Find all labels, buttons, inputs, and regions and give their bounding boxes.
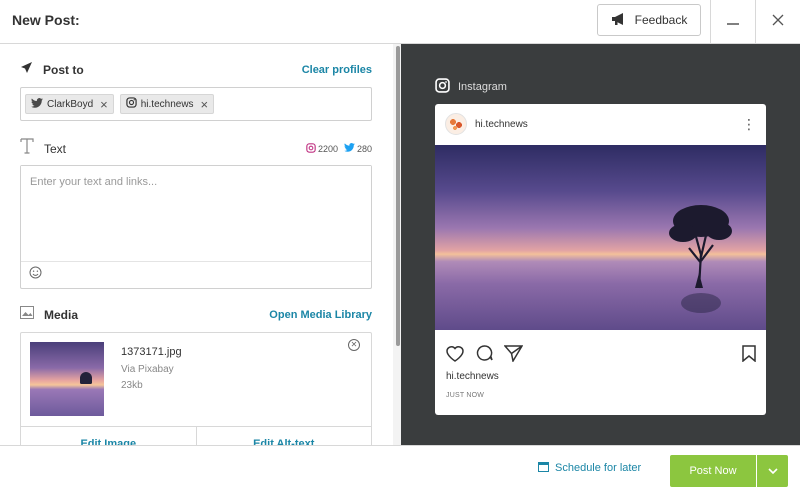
twitter-icon [31, 97, 43, 111]
more-options-icon: ⋮ [742, 116, 756, 132]
preview-platform: Instagram [435, 78, 507, 96]
minimize-button[interactable] [710, 0, 755, 44]
media-file-name: 1373171.jpg [121, 346, 182, 358]
schedule-label: Schedule for later [555, 462, 642, 474]
post-text-input[interactable] [21, 166, 371, 261]
profile-name: hi.technews [140, 98, 194, 110]
edit-alt-text-button[interactable]: Edit Alt-text [195, 427, 372, 445]
instagram-icon [126, 97, 137, 111]
emoji-icon[interactable] [29, 266, 42, 284]
media-size: 23kb [121, 380, 143, 391]
share-icon [503, 344, 524, 367]
preview-header: hi.technews ⋮ [435, 104, 766, 144]
bookmark-icon [742, 344, 756, 367]
edit-image-button[interactable]: Edit Image [21, 427, 196, 445]
platform-name: Instagram [458, 81, 507, 93]
close-button[interactable] [755, 0, 800, 44]
minimize-icon [727, 13, 739, 31]
text-editor [20, 165, 372, 289]
character-counts: 2200 280 [306, 142, 372, 155]
media-item: 1373171.jpg Via Pixabay 23kb ✕ Edit Imag… [20, 332, 372, 445]
comment-icon [475, 344, 494, 367]
media-label: Media [44, 308, 79, 322]
preview-username: hi.technews [475, 118, 528, 130]
caption-username: hi.technews [446, 371, 499, 382]
profiles-input[interactable]: ClarkBoyd × hi.technews × [20, 87, 372, 121]
remove-profile-icon[interactable]: × [201, 98, 209, 111]
schedule-for-later-button[interactable]: Schedule for later [538, 461, 641, 475]
close-icon [772, 13, 784, 31]
text-row: Text 2200 280 [20, 138, 372, 159]
preview-panel: Instagram hi.technews ⋮ hi.technews JUST… [401, 44, 800, 445]
open-media-library-link[interactable]: Open Media Library [269, 309, 372, 321]
post-now-button[interactable]: Post Now [670, 455, 756, 487]
post-options-button[interactable] [757, 455, 788, 487]
instagram-limit: 2200 [317, 143, 338, 154]
remove-profile-icon[interactable]: × [100, 98, 108, 111]
profile-chip-instagram: hi.technews × [119, 94, 215, 114]
twitter-limit: 280 [356, 143, 372, 154]
calendar-icon [538, 461, 549, 475]
profile-name: ClarkBoyd [47, 98, 94, 110]
send-icon [20, 61, 33, 79]
header: New Post: Feedback [0, 0, 800, 44]
page-title: New Post: [12, 12, 80, 28]
media-row: Media Open Media Library [20, 306, 372, 324]
feedback-label: Feedback [634, 13, 688, 27]
twitter-count: 280 [344, 143, 372, 154]
instagram-preview-card: hi.technews ⋮ hi.technews JUST NOW [435, 104, 766, 415]
preview-actions [445, 344, 756, 367]
footer: Schedule for later Post Now [0, 445, 800, 492]
instagram-count: 2200 [306, 142, 338, 155]
image-icon [20, 306, 34, 324]
preview-image [435, 145, 766, 330]
instagram-icon [306, 142, 316, 155]
compose-panel: Post to Clear profiles ClarkBoyd × hi.te… [0, 44, 393, 445]
text-label: Text [44, 141, 67, 156]
avatar [445, 113, 467, 135]
post-timestamp: JUST NOW [446, 392, 485, 399]
twitter-icon [344, 143, 355, 154]
profile-chip-twitter: ClarkBoyd × [25, 94, 114, 114]
scrollbar-thumb[interactable] [396, 46, 400, 346]
chevron-down-icon [767, 462, 778, 480]
instagram-icon [435, 78, 450, 96]
media-actions: Edit Image Edit Alt-text [21, 426, 371, 445]
remove-media-icon[interactable]: ✕ [348, 339, 360, 351]
post-to-row: Post to Clear profiles [20, 61, 372, 79]
feedback-button[interactable]: Feedback [597, 4, 701, 36]
post-to-label: Post to [43, 63, 84, 77]
clear-profiles-link[interactable]: Clear profiles [302, 64, 372, 76]
text-toolbar [21, 261, 371, 288]
media-source: Via Pixabay [121, 364, 174, 375]
media-thumbnail [30, 342, 104, 416]
tree-silhouette [669, 205, 732, 313]
text-format-icon [20, 138, 34, 159]
megaphone-icon [611, 12, 627, 29]
heart-icon [445, 344, 465, 367]
